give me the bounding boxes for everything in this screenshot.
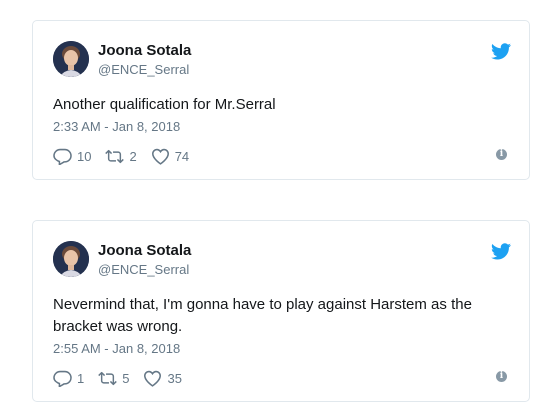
user-handle[interactable]: @ENCE_Serral <box>98 62 189 77</box>
heart-icon <box>151 148 169 165</box>
tweet-card[interactable]: Joona Sotala @ENCE_Serral Nevermind that… <box>32 220 530 402</box>
info-icon[interactable]: i <box>496 371 507 382</box>
reply-count: 1 <box>77 370 85 386</box>
retweet-button[interactable]: 2 <box>105 148 137 165</box>
retweet-button[interactable]: 5 <box>98 370 129 387</box>
like-button[interactable]: 74 <box>151 148 189 165</box>
retweet-icon <box>105 149 125 163</box>
user-handle[interactable]: @ENCE_Serral <box>98 262 189 277</box>
retweet-count: 2 <box>129 148 137 164</box>
reply-count: 10 <box>77 148 92 164</box>
avatar[interactable] <box>53 241 89 277</box>
reply-icon <box>53 370 72 387</box>
reply-button[interactable]: 1 <box>53 370 84 387</box>
reply-button[interactable]: 10 <box>53 148 91 165</box>
reply-icon <box>53 148 72 165</box>
twitter-bird-icon[interactable] <box>491 43 511 60</box>
heart-icon <box>144 370 162 387</box>
timestamp[interactable]: 2:55 AM - Jan 8, 2018 <box>53 341 180 356</box>
tweet-card[interactable]: Joona Sotala @ENCE_Serral Another qualif… <box>32 20 530 180</box>
display-name[interactable]: Joona Sotala <box>98 42 191 59</box>
tweet-text: Another qualification for Mr.Serral <box>53 96 276 113</box>
tweet-actions: 10 2 74 <box>53 146 203 166</box>
display-name[interactable]: Joona Sotala <box>98 242 191 259</box>
like-count: 35 <box>167 370 182 386</box>
twitter-bird-icon[interactable] <box>491 243 511 260</box>
avatar[interactable] <box>53 41 89 77</box>
tweet-text: Nevermind that, I'm gonna have to play a… <box>53 296 472 335</box>
like-button[interactable]: 35 <box>143 370 182 387</box>
like-count: 74 <box>174 148 190 164</box>
retweet-icon <box>98 371 118 385</box>
timestamp[interactable]: 2:33 AM - Jan 8, 2018 <box>53 119 180 134</box>
info-icon[interactable]: i <box>496 149 507 160</box>
retweet-count: 5 <box>122 370 130 386</box>
tweet-actions: 1 5 35 <box>53 368 196 388</box>
